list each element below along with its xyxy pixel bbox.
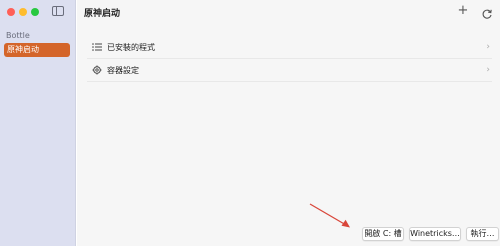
- run-button[interactable]: 執行…: [466, 227, 499, 241]
- sidebar-item-bottle[interactable]: 原神启动: [4, 43, 70, 57]
- winetricks-button[interactable]: Winetricks…: [409, 227, 461, 241]
- arrow-annotation-icon: [309, 203, 350, 228]
- zoom-window-button[interactable]: [31, 8, 39, 16]
- window-controls: [7, 8, 39, 16]
- close-window-button[interactable]: [7, 8, 15, 16]
- open-c-drive-button[interactable]: 開啟 C: 槽: [362, 227, 404, 241]
- sidebar-section-label: Bottle: [6, 31, 30, 40]
- sidebar: Bottle 原神启动: [0, 0, 76, 246]
- app-window: Bottle 原神启动 原神启动 + 已安裝的程式 › 容器設定 › 開啟 C:…: [0, 0, 500, 246]
- main-panel: 原神启动 + 已安裝的程式 › 容器設定 › 開啟 C: 槽 Winetrick…: [77, 0, 500, 246]
- minimize-window-button[interactable]: [19, 8, 27, 16]
- sidebar-toggle-icon[interactable]: [52, 6, 64, 16]
